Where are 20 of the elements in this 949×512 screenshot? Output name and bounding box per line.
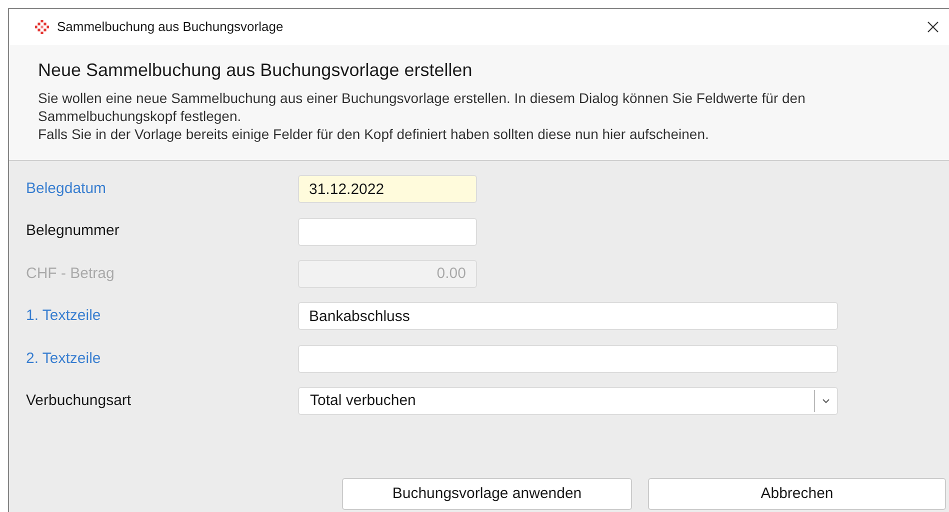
window-title: Sammelbuchung aus Buchungsvorlage (57, 18, 284, 36)
field-label: Verbuchungsart (26, 390, 132, 411)
dialog-button[interactable]: Buchungsvorlage anwenden (342, 478, 632, 510)
dialog-heading: Neue Sammelbuchung aus Buchungsvorlage erstellen (38, 59, 474, 81)
input-field[interactable] (298, 218, 477, 246)
input-field[interactable]: 31.12.2022 (298, 175, 477, 204)
close-icon[interactable] (927, 21, 939, 33)
input-field[interactable] (298, 344, 838, 373)
field-label: 1. Textzeile (26, 306, 102, 326)
input-field[interactable]: Bankabschluss (298, 302, 838, 330)
type-dropdown[interactable]: Total verbuchen (298, 387, 838, 416)
description-text: Sie wollen eine neue Sammelbuchung aus einer Buchungsvorlage erstellen. In diesem Dialog können Sie Feldwerte für den Sammelbuchungskopf festlegen. (38, 89, 806, 125)
field-label: CHF - Betrag (26, 264, 116, 284)
field-label: Belegdatum (26, 178, 108, 199)
chevron-down-icon (822, 398, 830, 404)
field-label: Belegnummer (26, 221, 120, 242)
field-label: 2. Textzeile (26, 348, 102, 368)
description-text: Falls Sie in der Vorlage bereits einige Felder für den Kopf definiert haben sollten diese nun hier aufscheinen. (38, 125, 710, 143)
app-logo-icon (35, 20, 49, 34)
dialog-button[interactable]: Abbrechen (648, 478, 946, 510)
